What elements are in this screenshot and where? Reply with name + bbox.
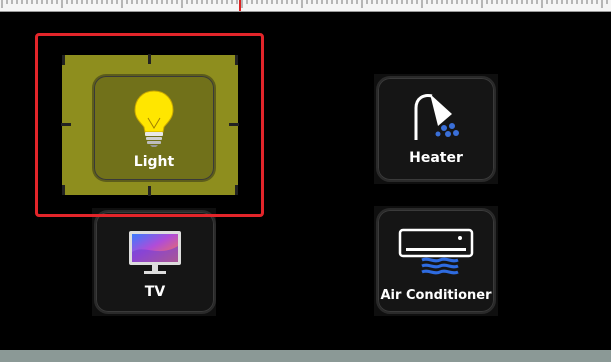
- device-tile-air-conditioner[interactable]: Air Conditioner: [376, 208, 496, 314]
- shower-heater-icon: [414, 94, 459, 140]
- tv-icon: [129, 231, 181, 274]
- ruler-ticks: [1, 0, 608, 11]
- bottom-scrollbar-area[interactable]: [0, 350, 611, 362]
- device-label-heater: Heater: [409, 150, 463, 166]
- device-label-air-conditioner: Air Conditioner: [380, 288, 492, 303]
- device-tile-tv[interactable]: TV: [94, 210, 216, 314]
- top-ruler: [0, 0, 611, 12]
- air-conditioner-icon: [398, 228, 474, 275]
- device-label-tv: TV: [144, 284, 166, 300]
- highlight-frame: [35, 33, 264, 217]
- device-tile-heater[interactable]: Heater: [376, 76, 496, 182]
